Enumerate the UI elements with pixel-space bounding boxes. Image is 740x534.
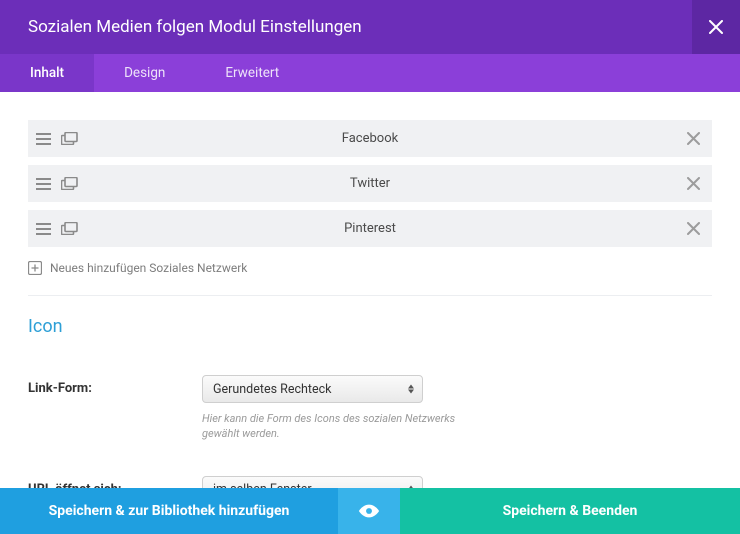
select-chevrons-icon xyxy=(408,385,414,394)
network-label: Twitter xyxy=(28,176,712,191)
remove-network-button[interactable] xyxy=(683,218,704,239)
remove-network-button[interactable] xyxy=(683,128,704,149)
network-row-left xyxy=(36,177,78,190)
save-and-exit-button[interactable]: Speichern & Beenden xyxy=(400,488,740,534)
network-row[interactable]: Twitter xyxy=(28,165,712,202)
close-button[interactable] xyxy=(692,0,740,54)
network-row-left xyxy=(36,132,78,145)
plus-icon xyxy=(28,261,42,275)
modal-header: Sozialen Medien folgen Modul Einstellung… xyxy=(0,0,740,54)
network-label: Pinterest xyxy=(28,221,712,236)
drag-handle-icon[interactable] xyxy=(36,133,51,145)
link-shape-help: Hier kann die Form des Icons des soziale… xyxy=(202,411,462,442)
network-row[interactable]: Pinterest xyxy=(28,210,712,247)
eye-icon xyxy=(358,504,380,518)
footer-actions: Speichern & zur Bibliothek hinzufügen Sp… xyxy=(0,488,740,534)
url-target-select[interactable]: im selben Fenster xyxy=(202,476,423,488)
url-target-label: URL öffnet sich: xyxy=(28,476,202,488)
save-to-library-button[interactable]: Speichern & zur Bibliothek hinzufügen xyxy=(0,488,338,534)
network-label: Facebook xyxy=(28,131,712,146)
modal-title: Sozialen Medien folgen Modul Einstellung… xyxy=(28,17,362,37)
drag-handle-icon[interactable] xyxy=(36,223,51,235)
drag-handle-icon[interactable] xyxy=(36,178,51,190)
divider xyxy=(28,295,712,296)
link-shape-value: Gerundetes Rechteck xyxy=(213,382,331,397)
tab-bar: Inhalt Design Erweitert xyxy=(0,54,740,92)
remove-network-button[interactable] xyxy=(683,173,704,194)
close-icon xyxy=(709,20,723,34)
duplicate-icon[interactable] xyxy=(61,132,78,145)
content-inner: Facebook Twitter xyxy=(0,92,740,488)
duplicate-icon[interactable] xyxy=(61,177,78,190)
form-row-link-shape: Link-Form: Gerundetes Rechteck Hier kann… xyxy=(28,375,712,442)
link-shape-label: Link-Form: xyxy=(28,375,202,396)
network-row-left xyxy=(36,222,78,235)
tab-content[interactable]: Inhalt xyxy=(0,54,94,92)
network-row[interactable]: Facebook xyxy=(28,120,712,157)
tab-design[interactable]: Design xyxy=(94,54,195,92)
duplicate-icon[interactable] xyxy=(61,222,78,235)
add-network-button[interactable]: Neues hinzufügen Soziales Netzwerk xyxy=(28,255,712,291)
tab-advanced[interactable]: Erweitert xyxy=(195,54,309,92)
section-icon-title: Icon xyxy=(28,316,712,337)
preview-button[interactable] xyxy=(338,488,400,534)
link-shape-select[interactable]: Gerundetes Rechteck xyxy=(202,375,423,403)
form-row-url-target: URL öffnet sich: im selben Fenster xyxy=(28,476,712,488)
add-network-label: Neues hinzufügen Soziales Netzwerk xyxy=(50,261,247,275)
content-scroll[interactable]: Facebook Twitter xyxy=(0,92,740,488)
